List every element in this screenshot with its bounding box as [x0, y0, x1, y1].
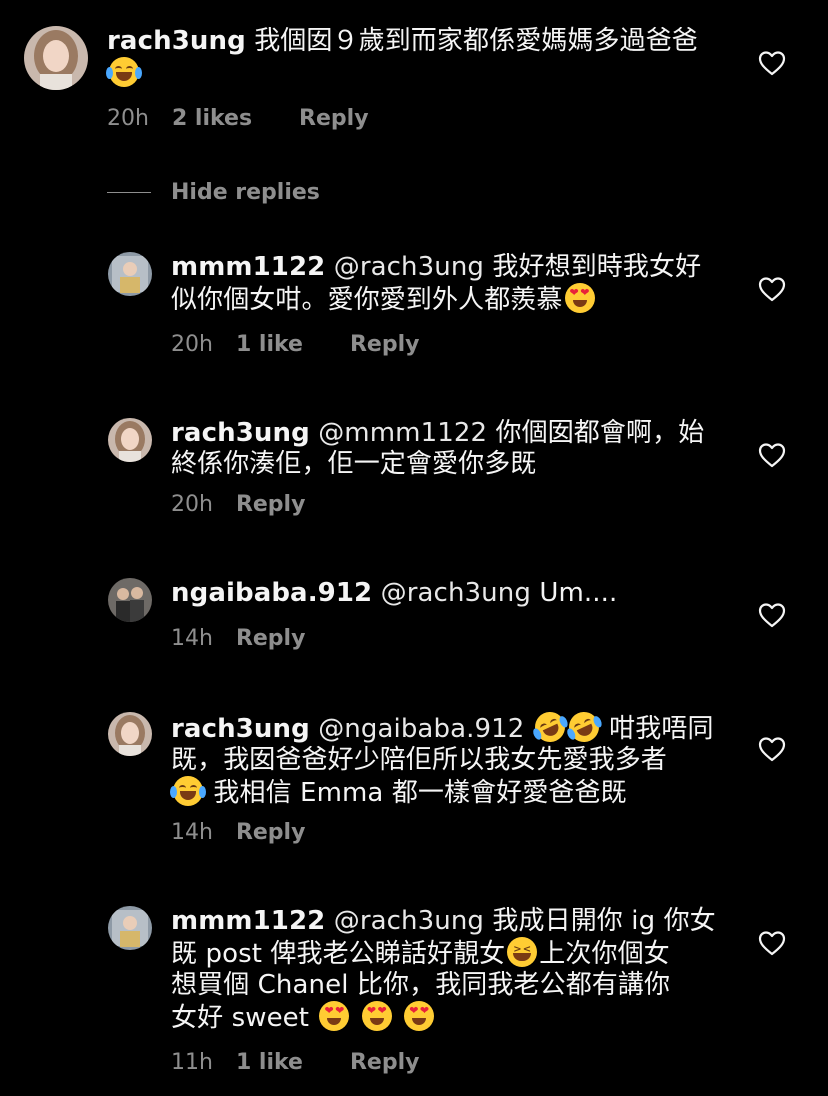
reply-username[interactable]: mmm1122 — [171, 252, 325, 282]
reply-meta: 14h Reply — [171, 626, 305, 652]
reply-body: 咁我唔同 — [609, 714, 714, 744]
reply-meta: 11h 1 like Reply — [171, 1050, 419, 1076]
comment-meta: 20h 2 likes Reply — [107, 106, 369, 132]
reply-time: 20h — [171, 492, 213, 517]
reply-body: Um.... — [539, 578, 618, 608]
comment-username[interactable]: rach3ung — [107, 26, 246, 56]
mention-link[interactable]: @rach3ung — [334, 906, 484, 936]
reply-body: 我好想到時我女好 — [492, 252, 702, 282]
mention-link[interactable]: @ngaibaba.912 — [318, 714, 524, 744]
reply-body: 既 post 俾我老公睇話好靚女 — [171, 939, 506, 969]
reply-likes[interactable]: 1 like — [236, 1050, 303, 1076]
reply-meta: 20h 1 like Reply — [171, 332, 419, 358]
reply-time: 14h — [171, 820, 213, 845]
reply-body: 終係你湊佢，佢一定會愛你多既 — [171, 449, 537, 479]
reply-username[interactable]: ngaibaba.912 — [171, 578, 372, 608]
reply-body: 似你個女咁。愛你愛到外人都羨慕 — [171, 285, 563, 315]
comment-text: rach3ung 我個囡９歲到而家都係愛媽媽多過爸爸 — [106, 26, 717, 90]
reply-username[interactable]: rach3ung — [171, 714, 310, 744]
grinning-squinting-face-icon: > < — [507, 937, 538, 967]
mention-link[interactable]: @mmm1122 — [318, 418, 487, 448]
reply-body: 想買個 Chanel 比你，我同我老公都有講你 — [171, 970, 671, 1000]
reply-time: 20h — [171, 332, 213, 357]
reply-body: 我成日開你 ig 你女 — [492, 906, 716, 936]
avatar[interactable] — [108, 906, 152, 950]
avatar[interactable] — [108, 578, 152, 622]
reply-username[interactable]: rach3ung — [171, 418, 310, 448]
reply-time: 11h — [171, 1050, 213, 1075]
smiling-face-with-heart-eyes-icon — [404, 1001, 435, 1031]
reply-time: 14h — [171, 626, 213, 651]
avatar[interactable] — [24, 26, 88, 90]
reply-text: rach3ung @ngaibaba.912 咁我唔同 既，我囡爸爸好少陪佢所以… — [170, 707, 731, 809]
rolling-on-floor-laughing-icon — [563, 707, 604, 747]
heart-outline-icon[interactable] — [758, 276, 786, 302]
reply-button[interactable]: Reply — [299, 106, 369, 132]
smiling-face-with-heart-eyes-icon — [564, 283, 595, 313]
reply-body: 既，我囡爸爸好少陪佢所以我女先愛我多者 — [171, 745, 667, 775]
heart-outline-icon[interactable] — [758, 602, 786, 628]
reply-meta: 20h Reply — [171, 492, 305, 518]
avatar[interactable] — [108, 418, 152, 462]
reply-button[interactable]: Reply — [350, 1050, 420, 1076]
smiling-face-with-heart-eyes-icon — [361, 1001, 392, 1031]
avatar[interactable] — [108, 252, 152, 296]
hide-replies-button[interactable]: Hide replies — [107, 178, 320, 206]
reply-text: mmm1122 @rach3ung 我成日開你 ig 你女 既 post 俾我老… — [171, 906, 731, 1034]
smiling-face-with-heart-eyes-icon — [319, 1001, 350, 1031]
heart-outline-icon[interactable] — [758, 930, 786, 956]
avatar[interactable] — [108, 712, 152, 756]
comment-body: 我個囡９歲到而家都係愛媽媽多過爸爸 — [254, 26, 698, 56]
reply-meta: 14h Reply — [171, 820, 305, 846]
reply-likes[interactable]: 1 like — [236, 332, 303, 358]
face-with-tears-of-joy-icon — [170, 776, 206, 806]
heart-outline-icon[interactable] — [758, 50, 786, 76]
reply-username[interactable]: mmm1122 — [171, 906, 325, 936]
heart-outline-icon[interactable] — [758, 736, 786, 762]
rolling-on-floor-laughing-icon — [529, 707, 570, 747]
reply-button[interactable]: Reply — [236, 626, 306, 652]
reply-body: 我相信 Emma 都一樣會好愛爸爸既 — [213, 778, 627, 808]
hide-replies-label: Hide replies — [171, 179, 320, 205]
reply-button[interactable]: Reply — [350, 332, 420, 358]
reply-text: mmm1122 @rach3ung 我好想到時我女好 似你個女咁。愛你愛到外人都… — [171, 252, 731, 316]
reply-body: 上次你個女 — [539, 939, 670, 969]
face-with-tears-of-joy-icon — [106, 57, 142, 87]
comment-time: 20h — [107, 106, 149, 131]
reply-button[interactable]: Reply — [236, 492, 306, 518]
reply-button[interactable]: Reply — [236, 820, 306, 846]
mention-link[interactable]: @rach3ung — [334, 252, 484, 282]
comment-likes[interactable]: 2 likes — [172, 106, 252, 132]
reply-text: ngaibaba.912 @rach3ung Um.... — [171, 578, 731, 609]
reply-text: rach3ung @mmm1122 你個囡都會啊，始 終係你湊佢，佢一定會愛你多… — [171, 418, 731, 480]
reply-body: 女好 sweet — [171, 1003, 310, 1033]
heart-outline-icon[interactable] — [758, 442, 786, 468]
reply-body: 你個囡都會啊，始 — [487, 418, 705, 448]
mention-link[interactable]: @rach3ung — [381, 578, 531, 608]
divider-line — [107, 191, 151, 193]
